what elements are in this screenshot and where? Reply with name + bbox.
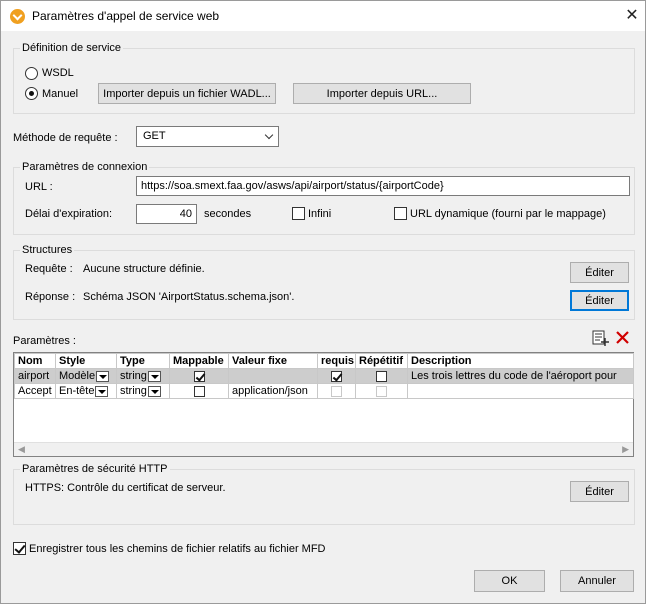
request-method-label: Méthode de requête : <box>13 132 118 144</box>
timeout-label: Délai d'expiration: <box>25 208 113 220</box>
column-header[interactable]: Style <box>55 353 117 369</box>
column-header[interactable]: Valeur fixe <box>228 353 318 369</box>
column-header[interactable]: Mappable <box>169 353 229 369</box>
timeout-unit: secondes <box>204 208 252 220</box>
param-style-cell[interactable]: Modèle <box>55 368 117 384</box>
repeating-checkbox[interactable] <box>376 370 387 382</box>
save-relative-paths-checkbox[interactable] <box>13 542 26 555</box>
http-security-group: Paramètres de sécurité HTTP <box>13 463 635 525</box>
request-method-select[interactable]: GET <box>136 126 279 147</box>
http-security-legend: Paramètres de sécurité HTTP <box>22 463 168 475</box>
timeout-input[interactable]: 40 <box>136 204 197 224</box>
param-type-value: string <box>120 385 147 397</box>
dropdown-arrow-icon[interactable] <box>147 385 161 397</box>
horizontal-scrollbar[interactable]: ◀ ▶ <box>14 442 633 456</box>
app-logo-icon <box>10 9 25 24</box>
dropdown-arrow-icon[interactable] <box>95 385 109 397</box>
param-fixed-value-cell[interactable]: application/json <box>228 383 318 399</box>
edit-response-button[interactable]: Éditer <box>570 290 629 311</box>
param-name-cell[interactable]: Accept <box>14 383 56 399</box>
param-type-value: string <box>120 370 147 382</box>
dialog-title: Paramètres d'appel de service web <box>32 9 220 23</box>
scroll-right-icon[interactable]: ▶ <box>622 444 629 455</box>
url-label: URL : <box>25 181 53 193</box>
manual-radio[interactable] <box>25 87 38 100</box>
param-fixed-value-cell[interactable] <box>228 368 318 384</box>
cancel-button[interactable]: Annuler <box>560 570 634 592</box>
connection-group: Paramètres de connexion <box>13 161 635 235</box>
param-style-value: Modèle <box>59 370 96 382</box>
dialog-window: Paramètres d'appel de service web ✕ Défi… <box>0 0 646 604</box>
request-structure-label: Requête : <box>25 263 73 275</box>
param-required-cell <box>317 383 356 399</box>
edit-http-security-button[interactable]: Éditer <box>570 481 629 502</box>
table-header-row: Nom Style Type Mappable Valeur fixe requ… <box>14 353 634 369</box>
param-mappable-cell[interactable] <box>169 368 229 384</box>
param-description-cell[interactable]: Les trois lettres du code de l'aéroport … <box>407 368 634 384</box>
import-url-button[interactable]: Importer depuis URL... <box>293 83 471 104</box>
structures-legend: Structures <box>22 244 73 256</box>
save-relative-paths-label: Enregistrer tous les chemins de fichier … <box>29 543 326 555</box>
request-method-value: GET <box>143 130 166 142</box>
infinite-checkbox[interactable] <box>292 207 305 220</box>
chevron-down-icon <box>264 130 274 140</box>
close-icon[interactable]: ✕ <box>621 5 643 27</box>
param-mappable-cell[interactable] <box>169 383 229 399</box>
param-description-cell[interactable] <box>407 383 634 399</box>
url-input[interactable]: https://soa.smext.faa.gov/asws/api/airpo… <box>136 176 630 196</box>
column-header[interactable]: Répétitif <box>355 353 408 369</box>
column-header[interactable]: Type <box>116 353 170 369</box>
parameters-label: Paramètres : <box>13 335 76 347</box>
response-structure-value: Schéma JSON 'AirportStatus.schema.json'. <box>83 291 295 303</box>
import-wadl-button[interactable]: Importer depuis un fichier WADL... <box>98 83 276 104</box>
param-repeating-cell[interactable] <box>355 368 408 384</box>
repeating-checkbox <box>376 385 387 397</box>
http-security-value: HTTPS: Contrôle du certificat de serveur… <box>25 482 226 494</box>
param-type-cell[interactable]: string <box>116 383 170 399</box>
param-type-cell[interactable]: string <box>116 368 170 384</box>
param-style-value: En-tête <box>59 385 95 397</box>
column-header[interactable]: requis <box>317 353 356 369</box>
request-structure-value: Aucune structure définie. <box>83 263 205 275</box>
service-definition-legend: Définition de service <box>22 42 122 54</box>
required-checkbox[interactable] <box>331 370 342 382</box>
connection-legend: Paramètres de connexion <box>22 161 148 173</box>
structures-group: Structures <box>13 244 635 320</box>
mappable-checkbox[interactable] <box>193 385 205 397</box>
parameters-table: Nom Style Type Mappable Valeur fixe requ… <box>14 353 634 399</box>
edit-request-button[interactable]: Éditer <box>570 262 629 283</box>
dropdown-arrow-icon[interactable] <box>96 370 110 382</box>
table-row[interactable]: Accept En-tête string application/json <box>14 383 634 399</box>
table-row[interactable]: airport Modèle string Les trois lettres … <box>14 368 634 384</box>
param-required-cell[interactable] <box>317 368 356 384</box>
column-header[interactable]: Nom <box>14 353 56 369</box>
wsdl-radio[interactable] <box>25 67 38 80</box>
response-structure-label: Réponse : <box>25 291 76 303</box>
param-name-cell[interactable]: airport <box>14 368 56 384</box>
column-header[interactable]: Description <box>407 353 634 369</box>
required-checkbox <box>331 385 342 397</box>
delete-icon[interactable] <box>615 330 630 345</box>
scroll-left-icon[interactable]: ◀ <box>18 444 25 455</box>
dropdown-arrow-icon[interactable] <box>147 370 161 382</box>
dynamic-url-label: URL dynamique (fourni par le mappage) <box>410 208 606 220</box>
ok-button[interactable]: OK <box>474 570 545 592</box>
manual-label: Manuel <box>42 88 79 100</box>
wsdl-label: WSDL <box>42 67 74 79</box>
mappable-checkbox[interactable] <box>193 370 205 382</box>
dynamic-url-checkbox[interactable] <box>394 207 407 220</box>
param-style-cell[interactable]: En-tête <box>55 383 117 399</box>
param-repeating-cell <box>355 383 408 399</box>
infinite-label: Infini <box>308 208 332 220</box>
title-bar: Paramètres d'appel de service web ✕ <box>1 1 645 31</box>
add-parameter-icon[interactable] <box>591 329 609 347</box>
